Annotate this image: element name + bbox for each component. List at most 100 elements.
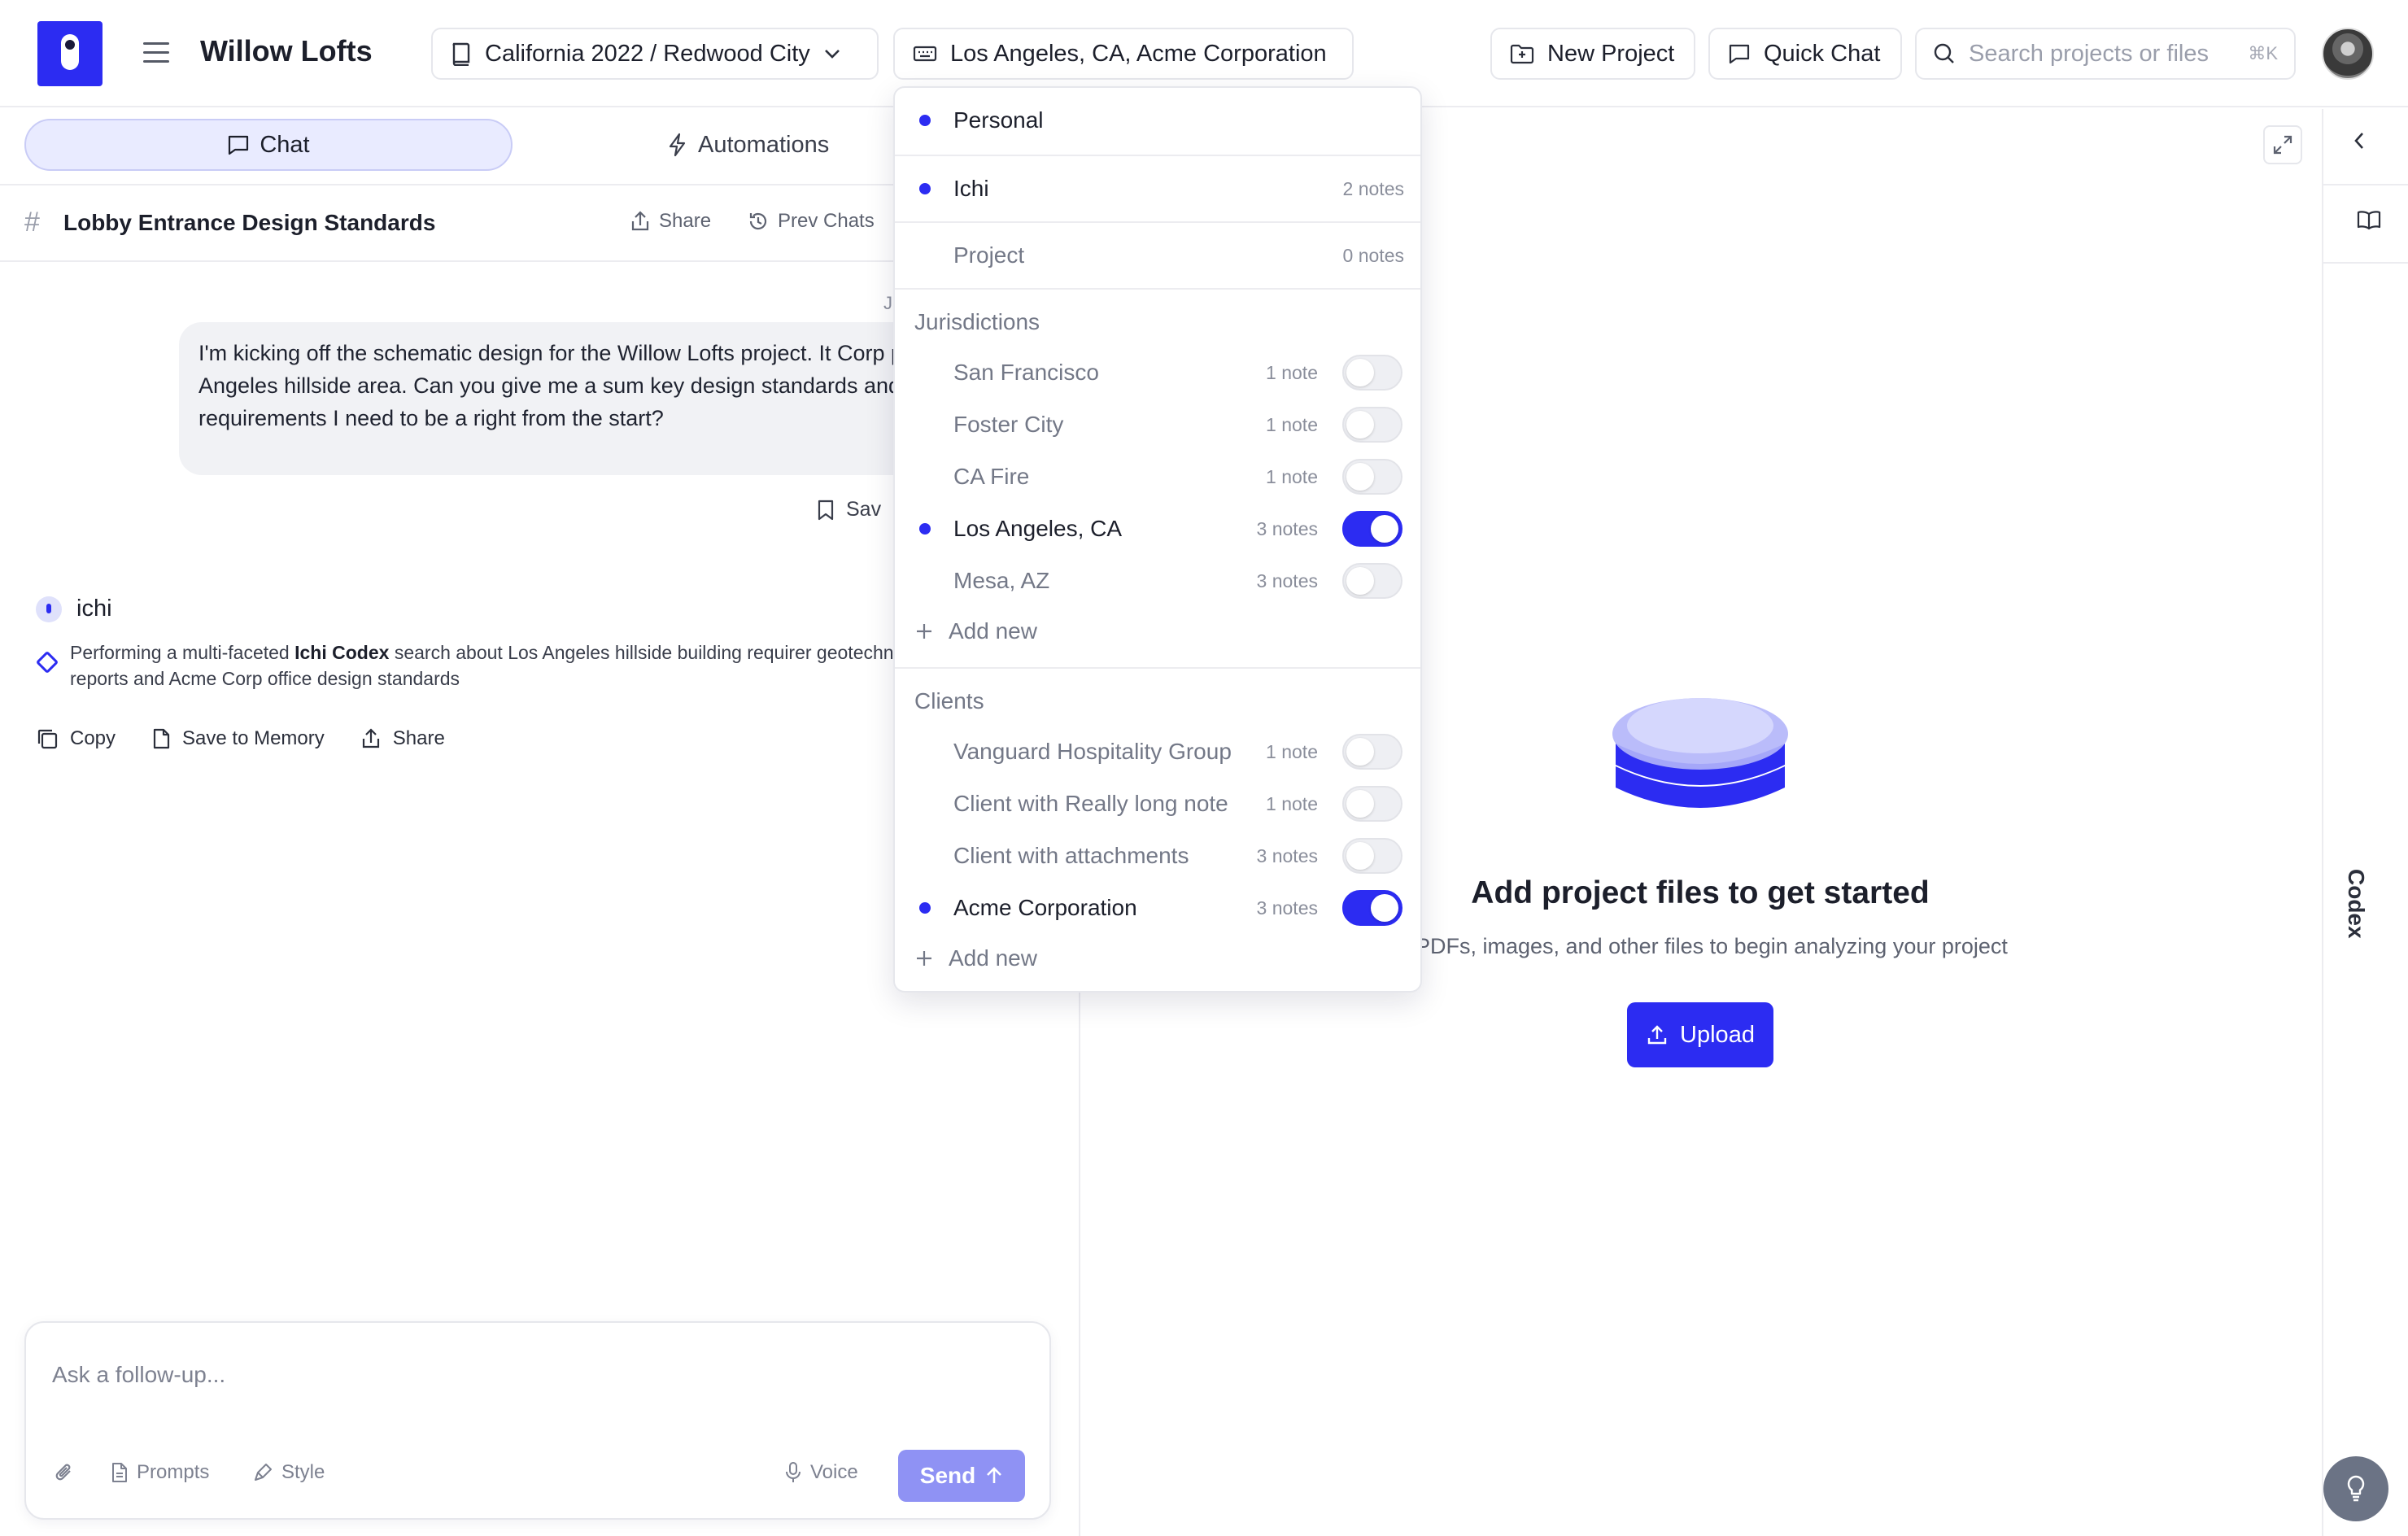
share-thread-button[interactable]: Share <box>630 210 711 233</box>
toggle-switch[interactable] <box>1342 734 1402 770</box>
project-selector[interactable]: California 2022 / Redwood City <box>431 28 879 80</box>
lightbulb-icon <box>2347 1475 2365 1502</box>
prev-chats-button[interactable]: Prev Chats <box>747 210 875 233</box>
item-notes: 1 note <box>1266 792 1318 814</box>
style-button[interactable]: Style <box>252 1461 325 1484</box>
status-bold: Ichi Codex <box>294 642 390 663</box>
empty-state-title: Add project files to get started <box>1471 875 1930 910</box>
dropdown-item-ichi[interactable]: Ichi 2 notes <box>895 163 1420 215</box>
logo-mark <box>61 34 79 70</box>
codex-search-status: Performing a multi-faceted Ichi Codex se… <box>35 639 923 692</box>
jurisdiction-row[interactable]: CA Fire 1 note <box>895 451 1420 503</box>
copy-label: Copy <box>70 727 116 749</box>
copy-button[interactable]: Copy <box>36 727 116 750</box>
codex-book-button[interactable] <box>2356 210 2382 235</box>
save-to-memory-button[interactable]: Save to Memory <box>151 727 325 750</box>
item-label: Client with attachments <box>953 843 1189 868</box>
item-label: CA Fire <box>953 464 1030 489</box>
add-client-button[interactable]: Add new <box>914 945 1037 971</box>
clients-heading: Clients <box>914 688 984 713</box>
toggle-switch[interactable] <box>1342 355 1402 391</box>
pen-icon <box>255 1464 272 1481</box>
add-jurisdiction-button[interactable]: Add new <box>914 618 1037 644</box>
dropdown-item-personal[interactable]: Personal <box>895 94 1420 146</box>
item-label: Project <box>953 242 1025 268</box>
book-icon <box>452 42 470 66</box>
search-icon <box>1934 43 1954 63</box>
toggle-switch[interactable] <box>1342 563 1402 599</box>
save-message-button[interactable]: Sav <box>817 498 881 521</box>
item-label: Vanguard Hospitality Group <box>953 739 1232 764</box>
tab-automations[interactable]: Automations <box>667 119 829 171</box>
item-label: Mesa, AZ <box>953 568 1050 593</box>
context-dropdown: Personal Ichi 2 notes Project 0 notes Ju… <box>893 86 1422 993</box>
prompts-button[interactable]: Prompts <box>111 1461 209 1484</box>
send-label: Send <box>919 1463 976 1488</box>
client-row[interactable]: Acme Corporation 3 notes <box>895 882 1420 934</box>
toggle-switch[interactable] <box>1342 459 1402 495</box>
voice-label: Voice <box>810 1461 858 1483</box>
search-placeholder: Search projects or files <box>1969 40 2209 67</box>
status-prefix: Performing a multi-faceted <box>70 642 295 663</box>
send-button[interactable]: Send <box>898 1450 1025 1502</box>
tab-chat[interactable]: Chat <box>24 119 513 171</box>
voice-button[interactable]: Voice <box>784 1461 858 1484</box>
toggle-switch[interactable] <box>1342 511 1402 547</box>
upload-label: Upload <box>1680 1021 1755 1048</box>
right-rail <box>2322 109 2408 1536</box>
jurisdiction-row[interactable]: Mesa, AZ 3 notes <box>895 555 1420 607</box>
message-date: J <box>883 293 892 313</box>
keyboard-icon <box>913 46 937 62</box>
jurisdiction-row[interactable]: San Francisco 1 note <box>895 347 1420 399</box>
jurisdiction-row[interactable]: Los Angeles, CA 3 notes <box>895 503 1420 555</box>
new-project-button[interactable]: New Project <box>1490 28 1695 80</box>
attach-button[interactable] <box>54 1461 76 1486</box>
codex-rail-label[interactable]: Codex <box>2343 869 2369 939</box>
plus-icon <box>917 951 931 966</box>
save-message-label: Sav <box>846 498 882 521</box>
client-row[interactable]: Client with Really long note 1 note <box>895 778 1420 830</box>
open-book-icon <box>2357 211 2381 230</box>
prompts-label: Prompts <box>137 1461 210 1483</box>
context-selector[interactable]: Los Angeles, CA, Acme Corporation <box>893 28 1354 80</box>
jurisdiction-row[interactable]: Foster City 1 note <box>895 399 1420 451</box>
save-to-memory-label: Save to Memory <box>182 727 325 749</box>
arrow-up-icon <box>987 1467 1002 1483</box>
search-shortcut: ⌘K <box>2248 43 2278 63</box>
menu-icon[interactable] <box>143 42 169 63</box>
expand-button[interactable] <box>2263 125 2302 164</box>
item-notes: 2 notes <box>1342 177 1404 199</box>
app-title: Willow Lofts <box>200 34 373 68</box>
upload-button[interactable]: Upload <box>1627 1002 1773 1067</box>
selected-dot <box>919 115 931 126</box>
dropdown-item-project[interactable]: Project 0 notes <box>895 229 1420 281</box>
item-notes: 0 notes <box>1342 244 1404 266</box>
follow-up-input[interactable]: Ask a follow-up... <box>52 1362 225 1388</box>
toggle-switch[interactable] <box>1342 407 1402 443</box>
quick-chat-button[interactable]: Quick Chat <box>1708 28 1902 80</box>
selected-dot <box>919 523 931 535</box>
toggle-switch[interactable] <box>1342 786 1402 822</box>
search-input[interactable]: Search projects or files ⌘K <box>1915 28 2296 80</box>
history-icon <box>749 212 767 230</box>
expand-icon <box>2273 135 2292 155</box>
project-selector-label: California 2022 / Redwood City <box>485 40 810 67</box>
client-row[interactable]: Client with attachments 3 notes <box>895 830 1420 882</box>
collapse-rail-button[interactable] <box>2351 130 2367 155</box>
selected-dot <box>919 183 931 194</box>
share-message-label: Share <box>392 727 445 749</box>
toggle-switch[interactable] <box>1342 890 1402 926</box>
toggle-switch[interactable] <box>1342 838 1402 874</box>
item-label: Foster City <box>953 412 1064 437</box>
client-row[interactable]: Vanguard Hospitality Group 1 note <box>895 726 1420 778</box>
share-message-button[interactable]: Share <box>360 727 445 750</box>
jurisdictions-heading: Jurisdictions <box>914 309 1040 334</box>
user-avatar[interactable] <box>2322 28 2374 80</box>
app-logo[interactable] <box>37 21 103 86</box>
thread-title: Lobby Entrance Design Standards <box>63 210 436 235</box>
item-notes: 1 note <box>1266 740 1318 762</box>
item-label: Ichi <box>953 176 989 201</box>
item-label: Acme Corporation <box>953 895 1137 920</box>
upload-icon <box>1647 1025 1667 1045</box>
help-button[interactable] <box>2323 1456 2388 1521</box>
